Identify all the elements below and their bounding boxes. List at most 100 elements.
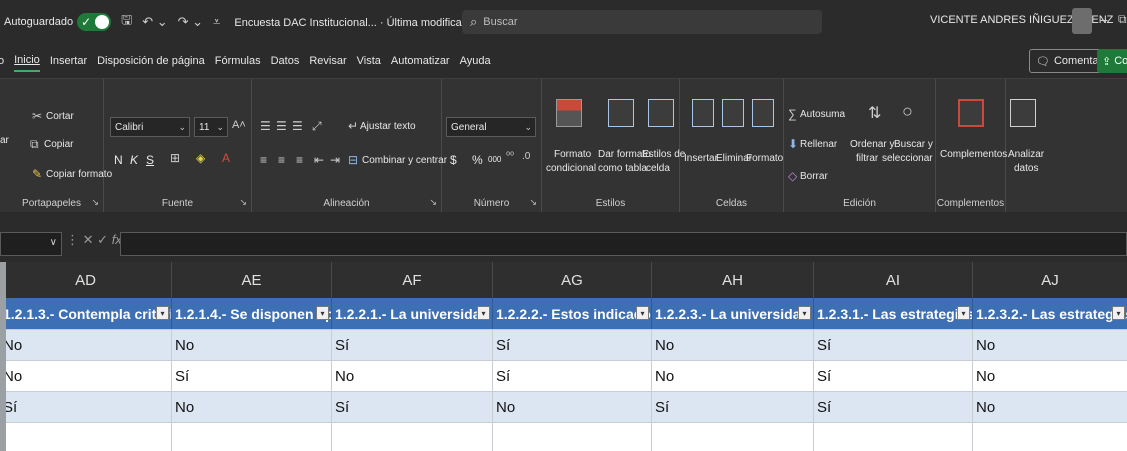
cell-styles-button[interactable]: Estilos de [642,149,685,160]
more-icon[interactable]: ⋮ [66,232,79,247]
format-cells-button[interactable]: Formato [746,153,783,164]
column-header[interactable]: AH [652,262,814,298]
table-cell[interactable] [493,423,652,451]
table-cell[interactable]: Sí [814,361,973,391]
column-header[interactable]: AG [493,262,652,298]
cancel-icon[interactable]: ✕ [83,232,94,247]
wrap-text-button[interactable]: Ajustar texto [360,121,416,132]
filter-dropdown-icon[interactable]: ▾ [477,306,490,320]
find-select-button-line2[interactable]: seleccionar [882,153,933,164]
tab-file[interactable]: o [0,51,4,71]
worksheet[interactable]: AD AE AF AG AH AI AJ 1.2.1.3.- Contempla… [0,262,1127,451]
table-cell[interactable] [973,423,1127,451]
underline-button[interactable]: S [146,153,154,167]
analyze-data-button[interactable]: Analizar [1008,149,1044,160]
undo-icon[interactable]: ↶ ⌄ [142,14,167,30]
tab-automate[interactable]: Automatizar [391,51,450,71]
launcher-icon[interactable]: ↘ [529,197,537,208]
italic-button[interactable]: K [130,153,138,167]
restore-icon[interactable]: ⧉ [1118,12,1127,27]
table-cell[interactable]: No [493,392,652,422]
launcher-icon[interactable]: ↘ [429,197,437,208]
table-header-cell[interactable]: 1.2.2.1.- La universidad define▾ [332,298,493,329]
customize-toolbar-icon[interactable]: ⩡ [213,14,220,30]
align-bottom-icon[interactable]: ☰ [292,119,303,133]
borders-icon[interactable]: ⊞ [170,151,180,165]
format-painter-button[interactable]: Copiar formato [46,169,112,180]
autosum-button[interactable]: Autosuma [800,109,845,120]
filter-dropdown-icon[interactable]: ▾ [798,306,811,320]
table-cell[interactable] [332,423,493,451]
orientation-icon[interactable]: ⤢ [312,119,322,134]
column-header[interactable]: AE [172,262,332,298]
filter-dropdown-icon[interactable]: ▾ [636,306,649,320]
column-header[interactable]: AJ [973,262,1127,298]
clear-button[interactable]: Borrar [800,171,828,182]
table-cell[interactable]: Sí [814,330,973,360]
tab-page-layout[interactable]: Disposición de página [97,51,205,71]
align-top-icon[interactable]: ☰ [260,119,271,133]
analyze-data-button-line2[interactable]: datos [1014,163,1038,174]
currency-button[interactable]: $ [450,153,457,167]
font-color-icon[interactable]: A [222,151,230,165]
column-header[interactable]: AF [332,262,493,298]
table-cell[interactable]: Sí [814,392,973,422]
decrease-decimal-icon[interactable]: .0 [522,151,530,162]
align-center-icon[interactable]: ≡ [278,153,285,167]
cut-button[interactable]: Cortar [46,111,74,122]
table-cell[interactable]: No [652,361,814,391]
table-cell[interactable]: No [0,361,172,391]
table-cell[interactable]: No [0,330,172,360]
table-cell[interactable]: Sí [332,392,493,422]
table-cell[interactable] [172,423,332,451]
save-icon[interactable]: 🖫 [121,11,132,33]
tab-view[interactable]: Vista [357,51,381,71]
formula-input[interactable] [120,232,1127,256]
table-cell[interactable]: No [973,330,1127,360]
copy-button[interactable]: Copiar [44,139,73,150]
table-cell[interactable]: Sí [493,330,652,360]
tab-review[interactable]: Revisar [309,51,346,71]
table-cell[interactable]: Sí [332,330,493,360]
filter-dropdown-icon[interactable]: ▾ [316,306,329,320]
launcher-icon[interactable]: ↘ [91,197,99,208]
table-cell[interactable]: No [973,392,1127,422]
table-header-cell[interactable]: 1.2.2.3.- La universidad promu▾ [652,298,814,329]
table-cell[interactable]: Sí [652,392,814,422]
font-size-select[interactable]: 11 ⌄ [194,117,228,137]
table-cell[interactable]: No [652,330,814,360]
tab-formulas[interactable]: Fórmulas [215,51,261,71]
table-cell[interactable]: No [973,361,1127,391]
fill-color-icon[interactable]: ◈ [196,151,205,165]
column-header[interactable]: AI [814,262,973,298]
redo-icon[interactable]: ↷ ⌄ [178,14,203,30]
merge-center-button[interactable]: Combinar y centrar [362,155,447,166]
table-header-cell[interactable]: 1.2.1.3.- Contempla criterios d▾ [0,298,172,329]
insert-cells-button[interactable]: Insertar [684,153,718,164]
increase-indent-icon[interactable]: ⇥ [330,153,340,167]
avatar[interactable] [1072,8,1092,34]
format-as-table-button-line2[interactable]: como tabla [598,163,647,174]
share-button[interactable]: ⇪Com [1097,49,1127,73]
sort-filter-button[interactable]: Ordenar y [850,139,894,150]
cell-styles-button-line2[interactable]: celda [646,163,670,174]
confirm-icon[interactable]: ✓ [97,232,108,247]
filter-dropdown-icon[interactable]: ▾ [957,306,970,320]
table-cell[interactable]: Sí [0,392,172,422]
paste-button[interactable]: ar [0,135,9,146]
tab-insert[interactable]: Insertar [50,51,87,71]
search-box[interactable]: ⌕ Buscar [462,10,822,34]
fill-button[interactable]: Rellenar [800,139,837,150]
table-cell[interactable]: No [332,361,493,391]
table-cell[interactable] [814,423,973,451]
conditional-format-button-line2[interactable]: condicional [546,163,596,174]
tab-data[interactable]: Datos [271,51,300,71]
column-header[interactable]: AD [0,262,172,298]
number-format-select[interactable]: General ⌄ [446,117,536,137]
filter-dropdown-icon[interactable]: ▾ [156,306,169,320]
conditional-format-button[interactable]: Formato [554,149,591,160]
addins-button[interactable]: Complementos [940,149,1007,160]
find-select-button[interactable]: Buscar y [894,139,933,150]
table-header-cell[interactable]: 1.2.2.2.- Estos indicadores se u▾ [493,298,652,329]
table-header-cell[interactable]: 1.2.3.1.- Las estrategias institu▾ [814,298,973,329]
